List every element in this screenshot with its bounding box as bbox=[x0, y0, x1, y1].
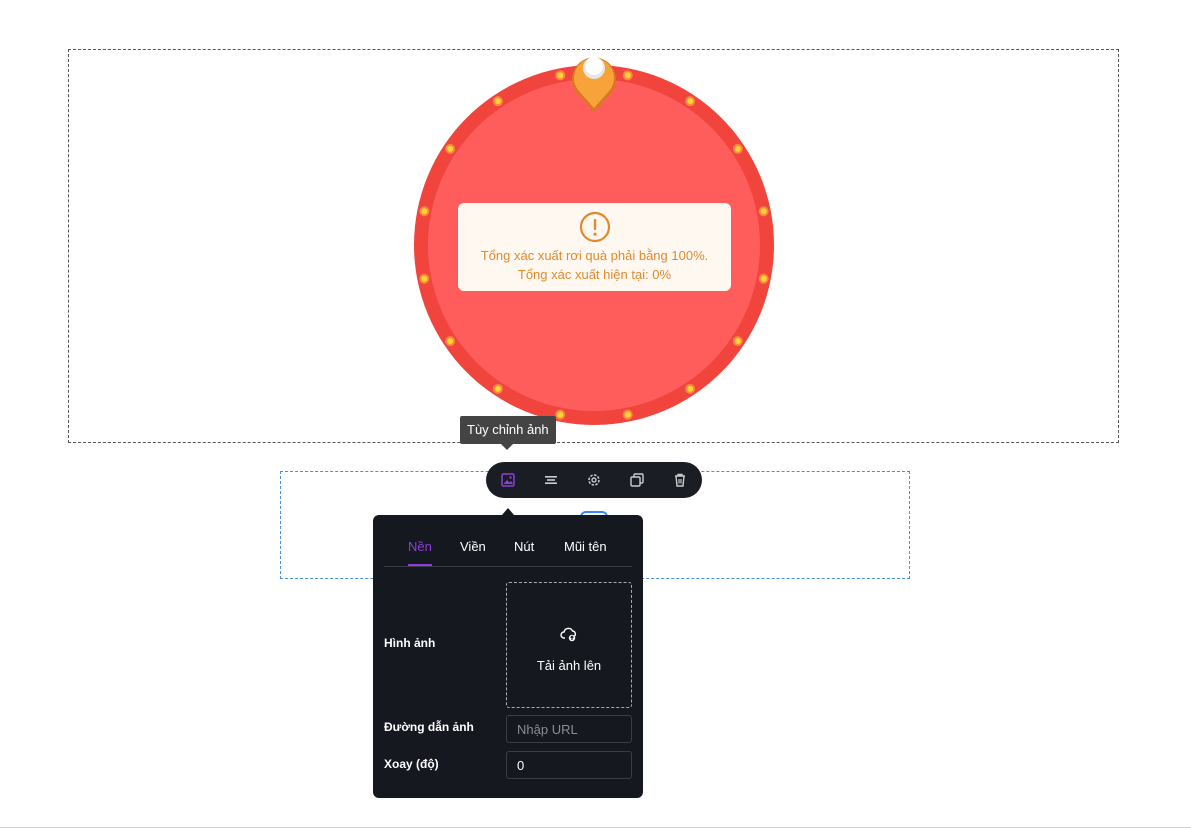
tab-arrow[interactable]: Mũi tên bbox=[564, 539, 607, 554]
tab-button[interactable]: Nút bbox=[514, 539, 534, 554]
rim-light-core bbox=[624, 72, 631, 79]
exclamation-circle-icon bbox=[579, 211, 611, 243]
rim-light-core bbox=[760, 275, 767, 282]
rim-light-core bbox=[734, 145, 741, 152]
image-url-input[interactable] bbox=[506, 715, 632, 743]
tab-border[interactable]: Viền bbox=[460, 539, 486, 554]
image-url-label: Đường dẫn ảnh bbox=[384, 720, 474, 734]
rim-light-core bbox=[760, 208, 767, 215]
rim-light-core bbox=[494, 98, 501, 105]
rim-light-core bbox=[624, 411, 631, 418]
element-toolbar bbox=[486, 462, 702, 498]
trash-icon[interactable] bbox=[671, 471, 689, 489]
image-label: Hình ảnh bbox=[384, 636, 436, 650]
page-divider bbox=[0, 827, 1191, 828]
rim-light-core bbox=[447, 145, 454, 152]
tooltip: Tùy chỉnh ảnh bbox=[460, 416, 556, 450]
image-settings-panel: Nền Viền Nút Mũi tên Hình ảnh Tải ảnh lê… bbox=[373, 515, 643, 798]
cloud-upload-icon bbox=[560, 627, 577, 642]
copy-icon[interactable] bbox=[628, 471, 646, 489]
rim-light-core bbox=[687, 98, 694, 105]
rotate-label: Xoay (độ) bbox=[384, 757, 439, 771]
rim-light-core bbox=[494, 385, 501, 392]
tabs-divider bbox=[384, 566, 632, 567]
rotate-input[interactable] bbox=[506, 751, 632, 779]
align-center-icon[interactable] bbox=[542, 471, 560, 489]
image-icon[interactable] bbox=[499, 471, 517, 489]
rim-light-core bbox=[421, 208, 428, 215]
warning-line-2: Tổng xác xuất hiện tại: 0% bbox=[517, 267, 672, 282]
rim-light-core bbox=[447, 338, 454, 345]
rim-light-core bbox=[421, 275, 428, 282]
rim-light-core bbox=[557, 72, 564, 79]
rim-light-core bbox=[557, 411, 564, 418]
panel-caret bbox=[502, 508, 514, 515]
tab-background[interactable]: Nền bbox=[408, 539, 432, 554]
rim-light-core bbox=[687, 385, 694, 392]
gear-icon[interactable] bbox=[585, 471, 603, 489]
rim-light-core bbox=[734, 338, 741, 345]
probability-warning: Tổng xác xuất rơi quà phải bằng 100%. Tổ… bbox=[458, 203, 731, 291]
upload-image-dropzone[interactable]: Tải ảnh lên bbox=[506, 582, 632, 708]
warning-line-1: Tổng xác xuất rơi quà phải bằng 100%. bbox=[480, 248, 709, 263]
upload-label: Tải ảnh lên bbox=[536, 658, 602, 673]
